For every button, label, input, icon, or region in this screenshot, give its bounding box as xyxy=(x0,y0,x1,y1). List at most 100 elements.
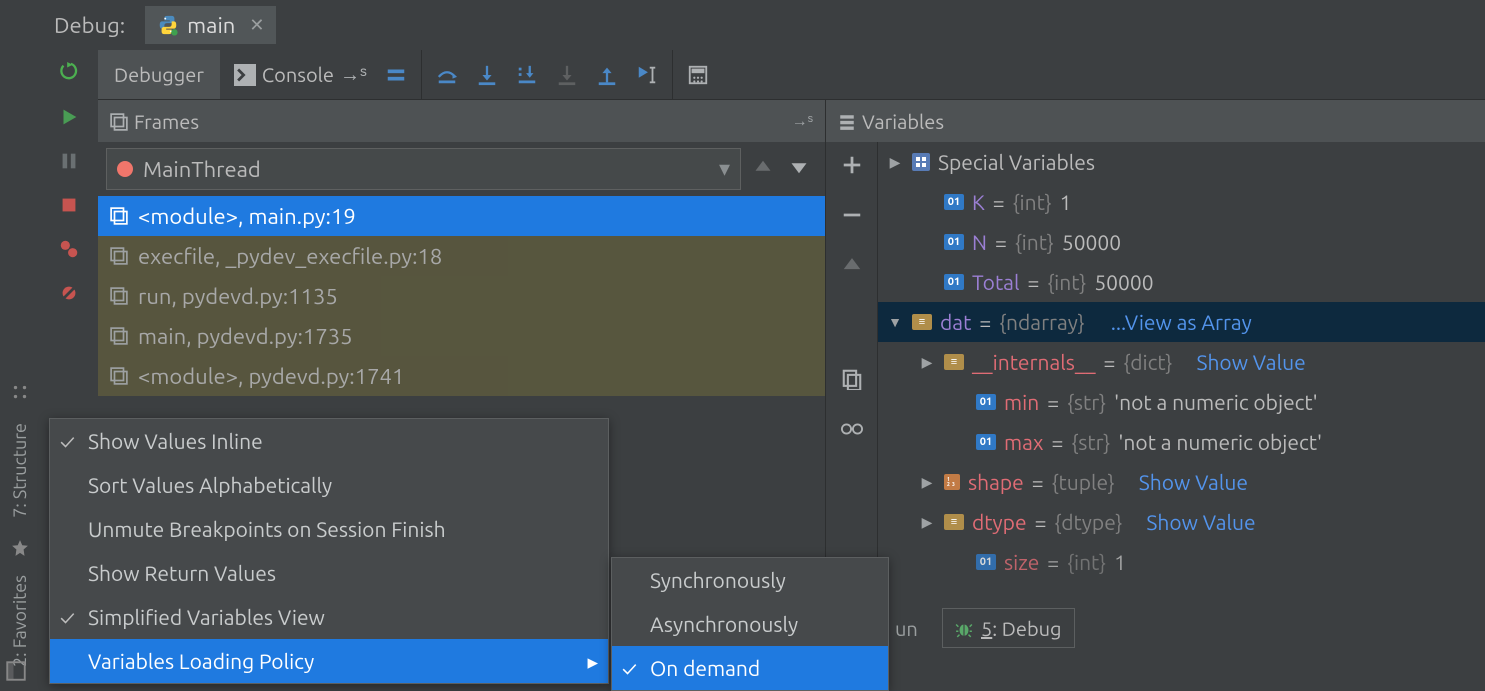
thread-selector[interactable]: MainThread ▾ xyxy=(106,148,741,190)
menu-simplified-view[interactable]: ✓ Simplified Variables View xyxy=(50,595,608,639)
expand-icon[interactable]: ▶ xyxy=(918,354,936,371)
svg-text:3: 3 xyxy=(952,481,955,487)
close-icon[interactable]: ✕ xyxy=(249,15,264,36)
variable-row[interactable]: ▶ 01 size = {int} 1 xyxy=(878,542,1485,582)
menu-synchronously[interactable]: Synchronously xyxy=(612,558,888,602)
variable-row[interactable]: ▶ 123 shape = {tuple} Show Value xyxy=(878,462,1485,502)
expand-icon[interactable]: ▶ xyxy=(886,154,904,171)
menu-on-demand[interactable]: ✓ On demand xyxy=(612,646,888,690)
show-value-link[interactable]: Show Value xyxy=(1139,470,1248,494)
variable-row[interactable]: ▶ 01 min = {str} 'not a numeric object' xyxy=(878,382,1485,422)
variables-context-menu[interactable]: ✓ Show Values Inline Sort Values Alphabe… xyxy=(49,418,609,684)
int-badge-icon: 01 xyxy=(944,234,964,250)
debug-tool-window-tab[interactable]: 5: Debug xyxy=(942,608,1075,648)
view-as-array-link[interactable]: ...View as Array xyxy=(1111,310,1252,334)
frames-title: Frames xyxy=(134,110,199,133)
int-badge-icon: 01 xyxy=(976,554,996,570)
check-icon: ✓ xyxy=(60,605,75,629)
console-tab[interactable]: Console →ˢ xyxy=(234,64,367,86)
debug-toolbar: Debugger Console →ˢ xyxy=(98,50,1485,100)
tab-bar: Debug: main ✕ xyxy=(40,0,1485,50)
str-badge-icon: 01 xyxy=(976,394,996,410)
pause-icon[interactable] xyxy=(58,150,80,172)
variable-row[interactable]: ▶ 01 N = {int} 50000 xyxy=(878,222,1485,262)
panes-header: Frames →ˢ Variables xyxy=(98,100,1485,142)
variable-row[interactable]: ▶ ≡ __internals__ = {dict} Show Value xyxy=(878,342,1485,382)
menu-asynchronously[interactable]: Asynchronously xyxy=(612,602,888,646)
bug-icon xyxy=(955,619,973,637)
structure-dots-icon xyxy=(11,382,29,405)
int-badge-icon: 01 xyxy=(944,194,964,210)
menu-loading-policy[interactable]: Variables Loading Policy ▸ xyxy=(50,639,608,683)
debug-title: Debug: xyxy=(54,13,125,38)
star-icon xyxy=(11,538,29,561)
ndarray-badge-icon: ≡ xyxy=(912,314,932,330)
step-out-icon[interactable] xyxy=(596,64,618,86)
menu-show-return-values[interactable]: Show Return Values xyxy=(50,551,608,595)
step-into-icon[interactable] xyxy=(476,64,498,86)
frame-row[interactable]: main, pydevd.py:1735 xyxy=(98,316,825,356)
mute-breakpoints-icon[interactable] xyxy=(58,282,80,304)
menu-show-values-inline[interactable]: ✓ Show Values Inline xyxy=(50,419,608,463)
run-to-cursor-icon[interactable] xyxy=(636,64,658,86)
frame-up-icon[interactable] xyxy=(753,157,773,181)
special-icon xyxy=(912,153,930,171)
watches-glasses-icon[interactable] xyxy=(841,418,863,444)
special-variables-row[interactable]: ▶ Special Variables xyxy=(878,142,1485,182)
chevron-down-icon: ▾ xyxy=(719,156,730,182)
file-tab-label: main xyxy=(187,13,235,38)
force-step-into-icon[interactable] xyxy=(556,64,578,86)
copy-icon[interactable] xyxy=(841,368,863,394)
tuple-badge-icon: 123 xyxy=(944,474,960,490)
check-icon: ✓ xyxy=(622,656,637,680)
loading-policy-submenu[interactable]: Synchronously Asynchronously ✓ On demand xyxy=(611,557,889,691)
show-value-link[interactable]: Show Value xyxy=(1146,510,1255,534)
view-breakpoints-icon[interactable] xyxy=(58,238,80,260)
variable-row[interactable]: ▶ 01 K = {int} 1 xyxy=(878,182,1485,222)
frame-row[interactable]: execfile, _pydev_execfile.py:18 xyxy=(98,236,825,276)
variables-title: Variables xyxy=(862,110,944,133)
svg-text:2: 2 xyxy=(947,481,950,487)
expand-icon[interactable]: ▶ xyxy=(918,514,936,531)
sidebar-tab-structure[interactable]: 7: Structure xyxy=(10,423,30,518)
frame-row[interactable]: run, pydevd.py:1135 xyxy=(98,276,825,316)
frame-down-icon[interactable] xyxy=(789,157,809,181)
step-over-icon[interactable] xyxy=(436,64,458,86)
frames-icon xyxy=(110,112,128,130)
python-file-icon xyxy=(157,14,179,36)
dtype-badge-icon: ≡ xyxy=(944,514,964,530)
layout-icon[interactable] xyxy=(6,661,26,685)
sidebar-tab-favorites[interactable]: 2: Favorites xyxy=(10,575,30,667)
resume-icon[interactable] xyxy=(58,106,80,128)
debugger-tab[interactable]: Debugger xyxy=(98,50,220,99)
run-tab-fragment: un xyxy=(895,617,918,640)
menu-unmute-breakpoints[interactable]: Unmute Breakpoints on Session Finish xyxy=(50,507,608,551)
submenu-arrow-icon: ▸ xyxy=(587,649,598,674)
remove-watch-icon[interactable] xyxy=(841,204,863,230)
variable-row[interactable]: ▶ 01 max = {str} 'not a numeric object' xyxy=(878,422,1485,462)
expand-icon[interactable]: ▶ xyxy=(918,474,936,491)
str-badge-icon: 01 xyxy=(976,434,996,450)
variable-row[interactable]: ▶ ≡ dtype = {dtype} Show Value xyxy=(878,502,1485,542)
collapse-icon[interactable]: ▼ xyxy=(886,314,904,330)
variable-row-dat[interactable]: ▼ ≡ dat = {ndarray} ...View as Array xyxy=(878,302,1485,342)
rerun-icon[interactable] xyxy=(58,62,80,84)
frame-row[interactable]: <module>, main.py:19 xyxy=(98,196,825,236)
threads-icon[interactable] xyxy=(385,64,407,86)
add-watch-icon[interactable] xyxy=(841,154,863,180)
stop-icon[interactable] xyxy=(58,194,80,216)
show-value-link[interactable]: Show Value xyxy=(1196,350,1305,374)
restore-layout-icon[interactable]: →ˢ xyxy=(792,112,813,131)
variables-icon xyxy=(838,112,856,130)
frame-row[interactable]: <module>, pydevd.py:1741 xyxy=(98,356,825,396)
variable-row[interactable]: ▶ 01 Total = {int} 50000 xyxy=(878,262,1485,302)
thread-name: MainThread xyxy=(143,157,261,182)
dict-badge-icon: ≡ xyxy=(944,354,964,370)
menu-sort-alpha[interactable]: Sort Values Alphabetically xyxy=(50,463,608,507)
file-tab-main[interactable]: main ✕ xyxy=(145,6,276,44)
evaluate-icon[interactable] xyxy=(687,64,709,86)
scroll-up-icon[interactable] xyxy=(841,254,863,280)
thread-status-icon xyxy=(117,161,133,177)
step-into-my-code-icon[interactable] xyxy=(516,64,538,86)
int-badge-icon: 01 xyxy=(944,274,964,290)
